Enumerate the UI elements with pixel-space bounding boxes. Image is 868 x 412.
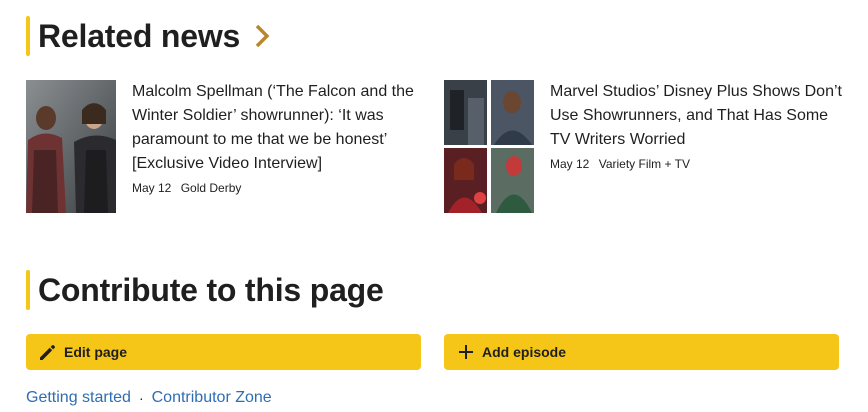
news-meta: May 12 Variety Film + TV (550, 156, 844, 172)
news-thumbnail[interactable] (26, 80, 116, 213)
news-source: Variety Film + TV (598, 157, 690, 171)
news-thumbnail[interactable] (444, 80, 534, 213)
edit-page-label: Edit page (64, 344, 128, 360)
related-news-title: Related news (38, 18, 241, 54)
accent-bar (26, 16, 30, 56)
related-news-header: Related news (26, 16, 270, 56)
accent-bar (26, 270, 30, 310)
news-text: Marvel Studios’ Disney Plus Shows Don’t … (550, 80, 844, 213)
plus-icon (456, 342, 476, 362)
contribute-title: Contribute to this page (38, 272, 384, 308)
news-date: May 12 (550, 157, 590, 171)
news-title[interactable]: Marvel Studios’ Disney Plus Shows Don’t … (550, 80, 844, 152)
related-news-more-link[interactable] (254, 24, 270, 48)
link-separator: · (138, 390, 144, 406)
chevron-right-icon (255, 24, 270, 48)
edit-page-button[interactable]: Edit page (26, 334, 421, 370)
news-text: Malcolm Spellman (‘The Falcon and the Wi… (132, 80, 426, 213)
news-meta: May 12 Gold Derby (132, 180, 426, 196)
add-episode-label: Add episode (482, 344, 567, 360)
news-date: May 12 (132, 181, 172, 195)
news-item[interactable]: Malcolm Spellman (‘The Falcon and the Wi… (26, 80, 426, 213)
news-source: Gold Derby (180, 181, 242, 195)
getting-started-link[interactable]: Getting started (26, 388, 131, 408)
contribute-header: Contribute to this page (26, 270, 384, 310)
add-episode-button[interactable]: Add episode (444, 334, 839, 370)
news-item[interactable]: Marvel Studios’ Disney Plus Shows Don’t … (444, 80, 844, 213)
contributor-zone-link[interactable]: Contributor Zone (152, 388, 272, 408)
contribute-links: Getting started · Contributor Zone (26, 388, 272, 408)
news-title[interactable]: Malcolm Spellman (‘The Falcon and the Wi… (132, 80, 426, 176)
pencil-icon (38, 342, 58, 362)
